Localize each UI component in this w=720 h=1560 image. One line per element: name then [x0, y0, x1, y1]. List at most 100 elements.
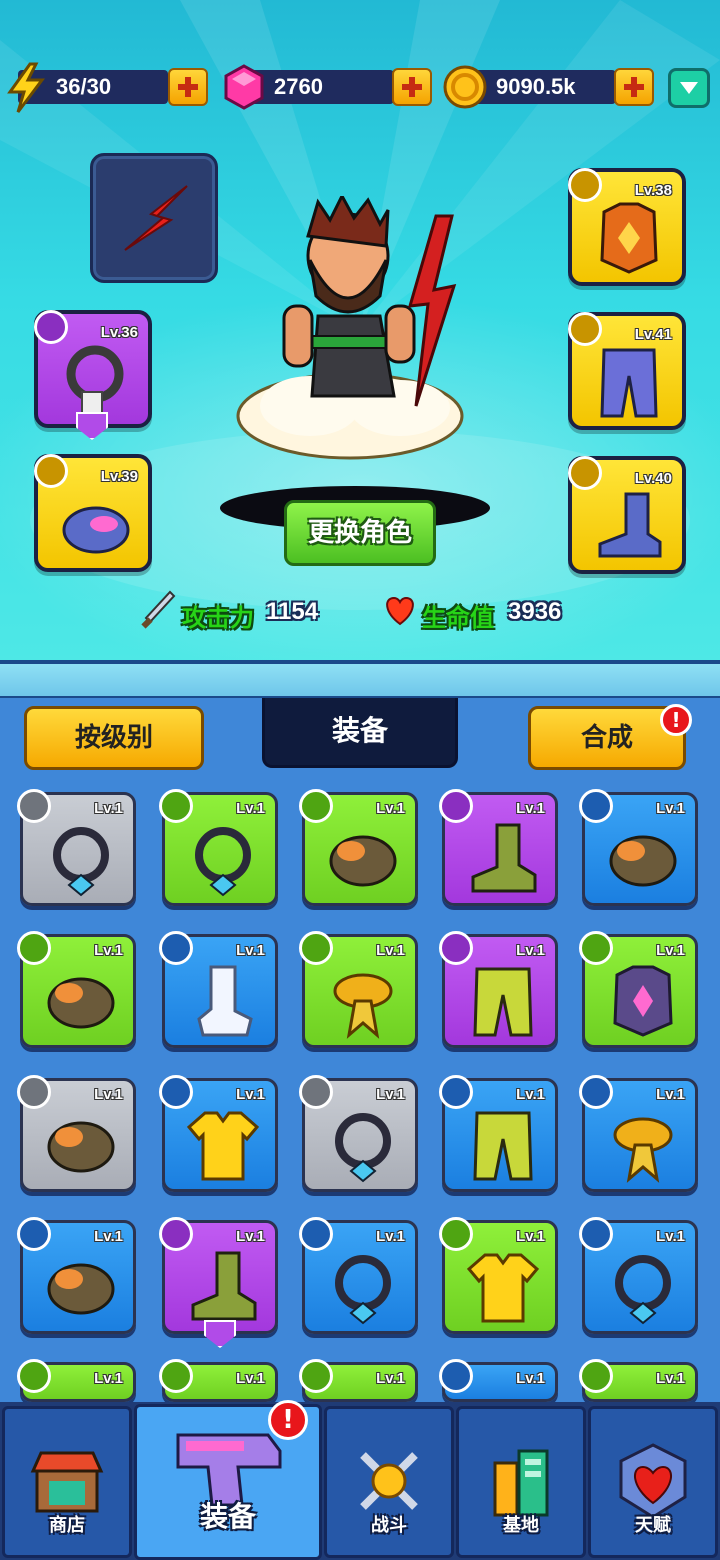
gem-value: 2760 [274, 74, 323, 99]
inventory-slot[interactable]: Lv.1 [17, 931, 136, 1048]
equipped-boots-slot[interactable]: Lv.40 [568, 456, 686, 574]
item-level: Lv.1 [236, 1228, 265, 1245]
item-level: Lv.1 [656, 1228, 685, 1245]
inventory-slot[interactable]: Lv.1 [439, 931, 558, 1048]
sort-by-level-button[interactable]: 按级别 [24, 706, 204, 770]
item-level: Lv.1 [94, 1370, 123, 1387]
add-gems-button[interactable] [392, 68, 432, 106]
equipped-necklace-slot[interactable]: Lv.36 [34, 310, 152, 428]
necklace-icon [335, 1255, 391, 1325]
item-type-badge [579, 931, 613, 965]
item-type-badge [439, 931, 473, 965]
energy-value: 36/30 [56, 74, 112, 99]
section-divider [0, 660, 720, 700]
inventory-slot[interactable]: Lv.1 [159, 1075, 278, 1192]
item-type-badge [159, 931, 193, 965]
item-type-badge [299, 1075, 333, 1109]
equipped-armor-slot[interactable]: Lv.38 [568, 168, 686, 286]
equipped-level: Lv.41 [634, 326, 672, 343]
tab-equipment[interactable]: 装备 [262, 698, 458, 768]
inventory-slot[interactable]: Lv.1 [579, 1359, 698, 1402]
inventory-slot[interactable]: Lv.1 [579, 931, 698, 1048]
item-level: Lv.1 [236, 800, 265, 817]
item-type-badge [159, 789, 193, 823]
item-type-badge [159, 1359, 193, 1393]
armor-icon [613, 965, 673, 1037]
add-energy-button[interactable] [168, 68, 208, 106]
item-level: Lv.1 [516, 1370, 545, 1387]
heart-icon [386, 596, 414, 626]
inventory-slot[interactable]: Lv.1 [299, 931, 418, 1048]
inventory-slot[interactable]: Lv.1 [579, 1217, 698, 1334]
hero-character [236, 196, 464, 460]
necklace-icon [195, 827, 251, 897]
item-type-badge [579, 1359, 613, 1393]
item-level: Lv.1 [656, 800, 685, 817]
item-type-badge [579, 789, 613, 823]
nav-battle[interactable]: 战斗 [324, 1406, 454, 1558]
inventory-slot[interactable]: Lv.1 [439, 1217, 558, 1334]
sock-icon [197, 965, 253, 1037]
item-level: Lv.1 [376, 800, 405, 817]
inventory-slot[interactable]: Lv.1 [579, 1075, 698, 1192]
glove-icon [62, 506, 130, 554]
nav-equipment-label: 装备 [199, 1500, 256, 1533]
pants-icon [473, 1111, 533, 1181]
equipped-pants-slot[interactable]: Lv.41 [568, 312, 686, 430]
nav-shop[interactable]: 商店 [2, 1406, 132, 1558]
armor-icon [600, 202, 658, 274]
coin-icon [443, 65, 487, 109]
necklace-icon [66, 345, 124, 417]
item-level: Lv.1 [376, 942, 405, 959]
item-level: Lv.1 [94, 1086, 123, 1103]
inventory-slot[interactable]: Lv.1 [299, 789, 418, 906]
inventory-slot[interactable]: Lv.1 [17, 789, 136, 906]
equipment-alert-badge: ! [268, 1400, 308, 1440]
inventory-slot[interactable]: Lv.1 [299, 1359, 418, 1402]
nav-base-label: 基地 [503, 1515, 539, 1536]
inventory-slot[interactable]: Lv.1 [159, 1359, 278, 1402]
boots-icon [471, 823, 537, 893]
add-coins-button[interactable] [614, 68, 654, 106]
glove-icon [609, 835, 677, 887]
inventory-slot[interactable]: Lv.1 [159, 931, 278, 1048]
inventory-slot[interactable]: Lv.1 [439, 1075, 558, 1192]
item-type-badge [159, 1217, 193, 1251]
equipped-glove-slot[interactable]: Lv.39 [34, 454, 152, 572]
necklace-icon [615, 1255, 671, 1325]
inventory-slot[interactable]: Lv.1 [299, 1217, 418, 1334]
item-level: Lv.1 [236, 1086, 265, 1103]
inventory-slot[interactable]: Lv.1 [17, 1075, 136, 1192]
equipped-level: Lv.38 [634, 182, 672, 199]
nav-base[interactable]: 基地 [456, 1406, 586, 1558]
dropdown-menu-button[interactable] [668, 68, 710, 108]
inventory-slot[interactable]: Lv.1 [17, 1359, 136, 1402]
nav-talent[interactable]: 天赋 [588, 1406, 718, 1558]
inventory-slot[interactable]: Lv.1 [17, 1217, 136, 1334]
inventory-slot[interactable]: Lv.1 [439, 789, 558, 906]
item-level: Lv.1 [376, 1086, 405, 1103]
item-type-badge [17, 789, 51, 823]
inventory-slot[interactable]: Lv.1 [439, 1359, 558, 1402]
nav-talent-label: 天赋 [635, 1515, 671, 1536]
necklace-icon [335, 1113, 391, 1183]
sword-icon [141, 590, 176, 629]
boots-icon [191, 1251, 257, 1321]
item-level: Lv.1 [236, 1370, 265, 1387]
inventory-slot[interactable]: Lv.1 [579, 789, 698, 906]
item-type-badge [17, 1075, 51, 1109]
inventory-slot[interactable]: Lv.1 [159, 1217, 278, 1334]
inventory-slot[interactable]: Lv.1 [159, 789, 278, 906]
armor-type-badge [568, 168, 602, 202]
shirt-icon [186, 1111, 260, 1181]
gem-icon [224, 64, 264, 110]
glove-type-badge [34, 454, 68, 488]
shop-icon [30, 1451, 104, 1513]
item-level: Lv.1 [656, 1086, 685, 1103]
item-level: Lv.1 [656, 1370, 685, 1387]
inventory-slot[interactable]: Lv.1 [299, 1075, 418, 1192]
hero-skill-slot[interactable] [90, 153, 218, 283]
item-type-badge [299, 1359, 333, 1393]
change-hero-button[interactable]: 更换角色 [284, 500, 436, 566]
chevron-down-icon [680, 82, 698, 94]
